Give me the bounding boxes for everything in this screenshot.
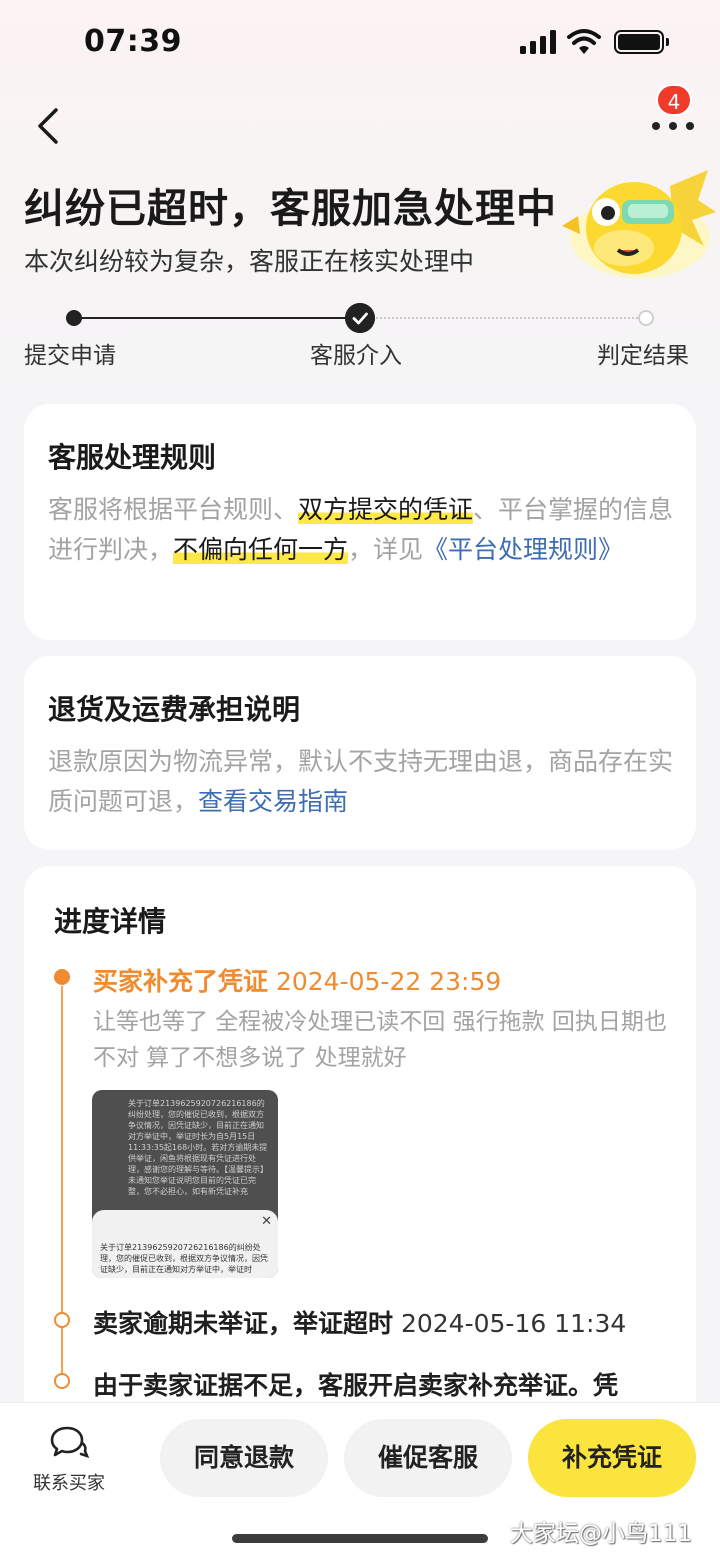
- contact-buyer-label: 联系买家: [33, 1473, 105, 1494]
- contact-buyer-button[interactable]: 联系买家: [28, 1425, 110, 1495]
- event-title-3: 由于卖家证据不足，客服开启卖家补充举证。凭: [93, 1371, 619, 1400]
- progress-steps: 提交申请 客服介入 判定结果: [0, 300, 720, 370]
- evidence-image-text: 关于订单2139625920726216186的纠纷处理，您的催促已收到，根据双…: [128, 1099, 268, 1196]
- timeline-dot: [54, 1373, 70, 1389]
- event-header-2: 卖家逾期未举证，举证超时 2024-05-16 11:34: [93, 1304, 626, 1340]
- progress-card-title: 进度详情: [54, 905, 167, 938]
- watermark: 大家坛@小鸟111: [510, 1521, 692, 1547]
- rules-card-title: 客服处理规则: [48, 441, 217, 474]
- return-shipping-card: 退货及运费承担说明 退款原因为物流异常，默认不支持无理由退，商品存在实质问题可退…: [24, 656, 696, 850]
- notification-badge: 4: [656, 84, 692, 116]
- rules-highlight-evidence: 双方提交的凭证: [298, 495, 474, 524]
- evidence-image-popup: ✕ 关于订单2139625920726216186的纠纷处理，您的催促已收到，根…: [92, 1210, 278, 1278]
- agree-refund-button[interactable]: 同意退款: [160, 1419, 328, 1497]
- step-current-check-icon: [345, 303, 375, 333]
- wifi-icon: [567, 29, 601, 54]
- rules-card-text: 客服将根据平台规则、双方提交的凭证、平台掌握的信息进行判决，不偏向任何一方，详见…: [48, 490, 674, 570]
- more-options-button[interactable]: [650, 112, 696, 142]
- home-indicator: [232, 1534, 488, 1543]
- event-header-1: 买家补充了凭证 2024-05-22 23:59: [93, 962, 501, 998]
- supplement-evidence-button[interactable]: 补充凭证: [528, 1419, 696, 1497]
- event-title-1: 买家补充了凭证: [93, 967, 269, 996]
- return-card-text: 退款原因为物流异常，默认不支持无理由退，商品存在实质问题可退，查看交易指南: [48, 742, 674, 822]
- back-arrow-icon[interactable]: [30, 104, 74, 148]
- step-label-submit: 提交申请: [24, 343, 116, 369]
- step-connector-done: [74, 317, 360, 319]
- battery-icon: [614, 30, 669, 54]
- evidence-popup-text: 关于订单2139625920726216186的纠纷处理，您的催促已收到，根据双…: [100, 1243, 268, 1274]
- evidence-image-thumbnail[interactable]: 关于订单2139625920726216186的纠纷处理，您的催促已收到，根据双…: [92, 1090, 278, 1278]
- platform-rules-link[interactable]: 《平台处理规则》: [423, 535, 623, 564]
- timeline-dot: [54, 1312, 70, 1328]
- rules-card: 客服处理规则 客服将根据平台规则、双方提交的凭证、平台掌握的信息进行判决，不偏向…: [24, 404, 696, 640]
- rules-highlight-neutral: 不偏向任何一方: [173, 535, 349, 564]
- event-time-2: 2024-05-16 11:34: [400, 1309, 627, 1338]
- chat-bubble-icon: [50, 1426, 90, 1459]
- urge-service-button[interactable]: 催促客服: [344, 1419, 512, 1497]
- step-dot-done: [66, 310, 82, 326]
- rules-text-part1: 客服将根据平台规则、: [48, 495, 299, 524]
- status-time: 07:39: [84, 24, 182, 59]
- step-label-result: 判定结果: [597, 343, 689, 369]
- return-text: 退款原因为物流异常，默认不支持无理由退，商品存在实质问题可退，: [48, 747, 674, 816]
- fish-mascot-icon: [562, 170, 716, 278]
- event-title-2: 卖家逾期未举证，举证超时: [93, 1309, 394, 1338]
- close-icon: ✕: [261, 1214, 272, 1229]
- page-subtitle: 本次纠纷较为复杂，客服正在核实处理中: [24, 247, 475, 276]
- timeline-dot-active: [54, 969, 70, 985]
- event-desc-1: 让等也等了 全程被冷处理已读不回 强行拖款 回执日期也不对 算了不想多说了 处理…: [93, 1009, 667, 1071]
- rules-text-part3: ，详见: [348, 535, 424, 564]
- trade-guide-link[interactable]: 查看交易指南: [198, 787, 348, 816]
- step-connector-pending: [376, 317, 638, 319]
- step-dot-future: [638, 310, 654, 326]
- event-time-1: 2024-05-22 23:59: [275, 967, 502, 996]
- return-card-title: 退货及运费承担说明: [48, 693, 301, 726]
- page-title: 纠纷已超时，客服加急处理中: [24, 186, 557, 232]
- event-header-3: 由于卖家证据不足，客服开启卖家补充举证。凭: [93, 1366, 618, 1402]
- status-bar: 07:39: [0, 0, 720, 86]
- step-label-intervene: 客服介入: [310, 343, 402, 369]
- cellular-signal-icon: [520, 30, 556, 54]
